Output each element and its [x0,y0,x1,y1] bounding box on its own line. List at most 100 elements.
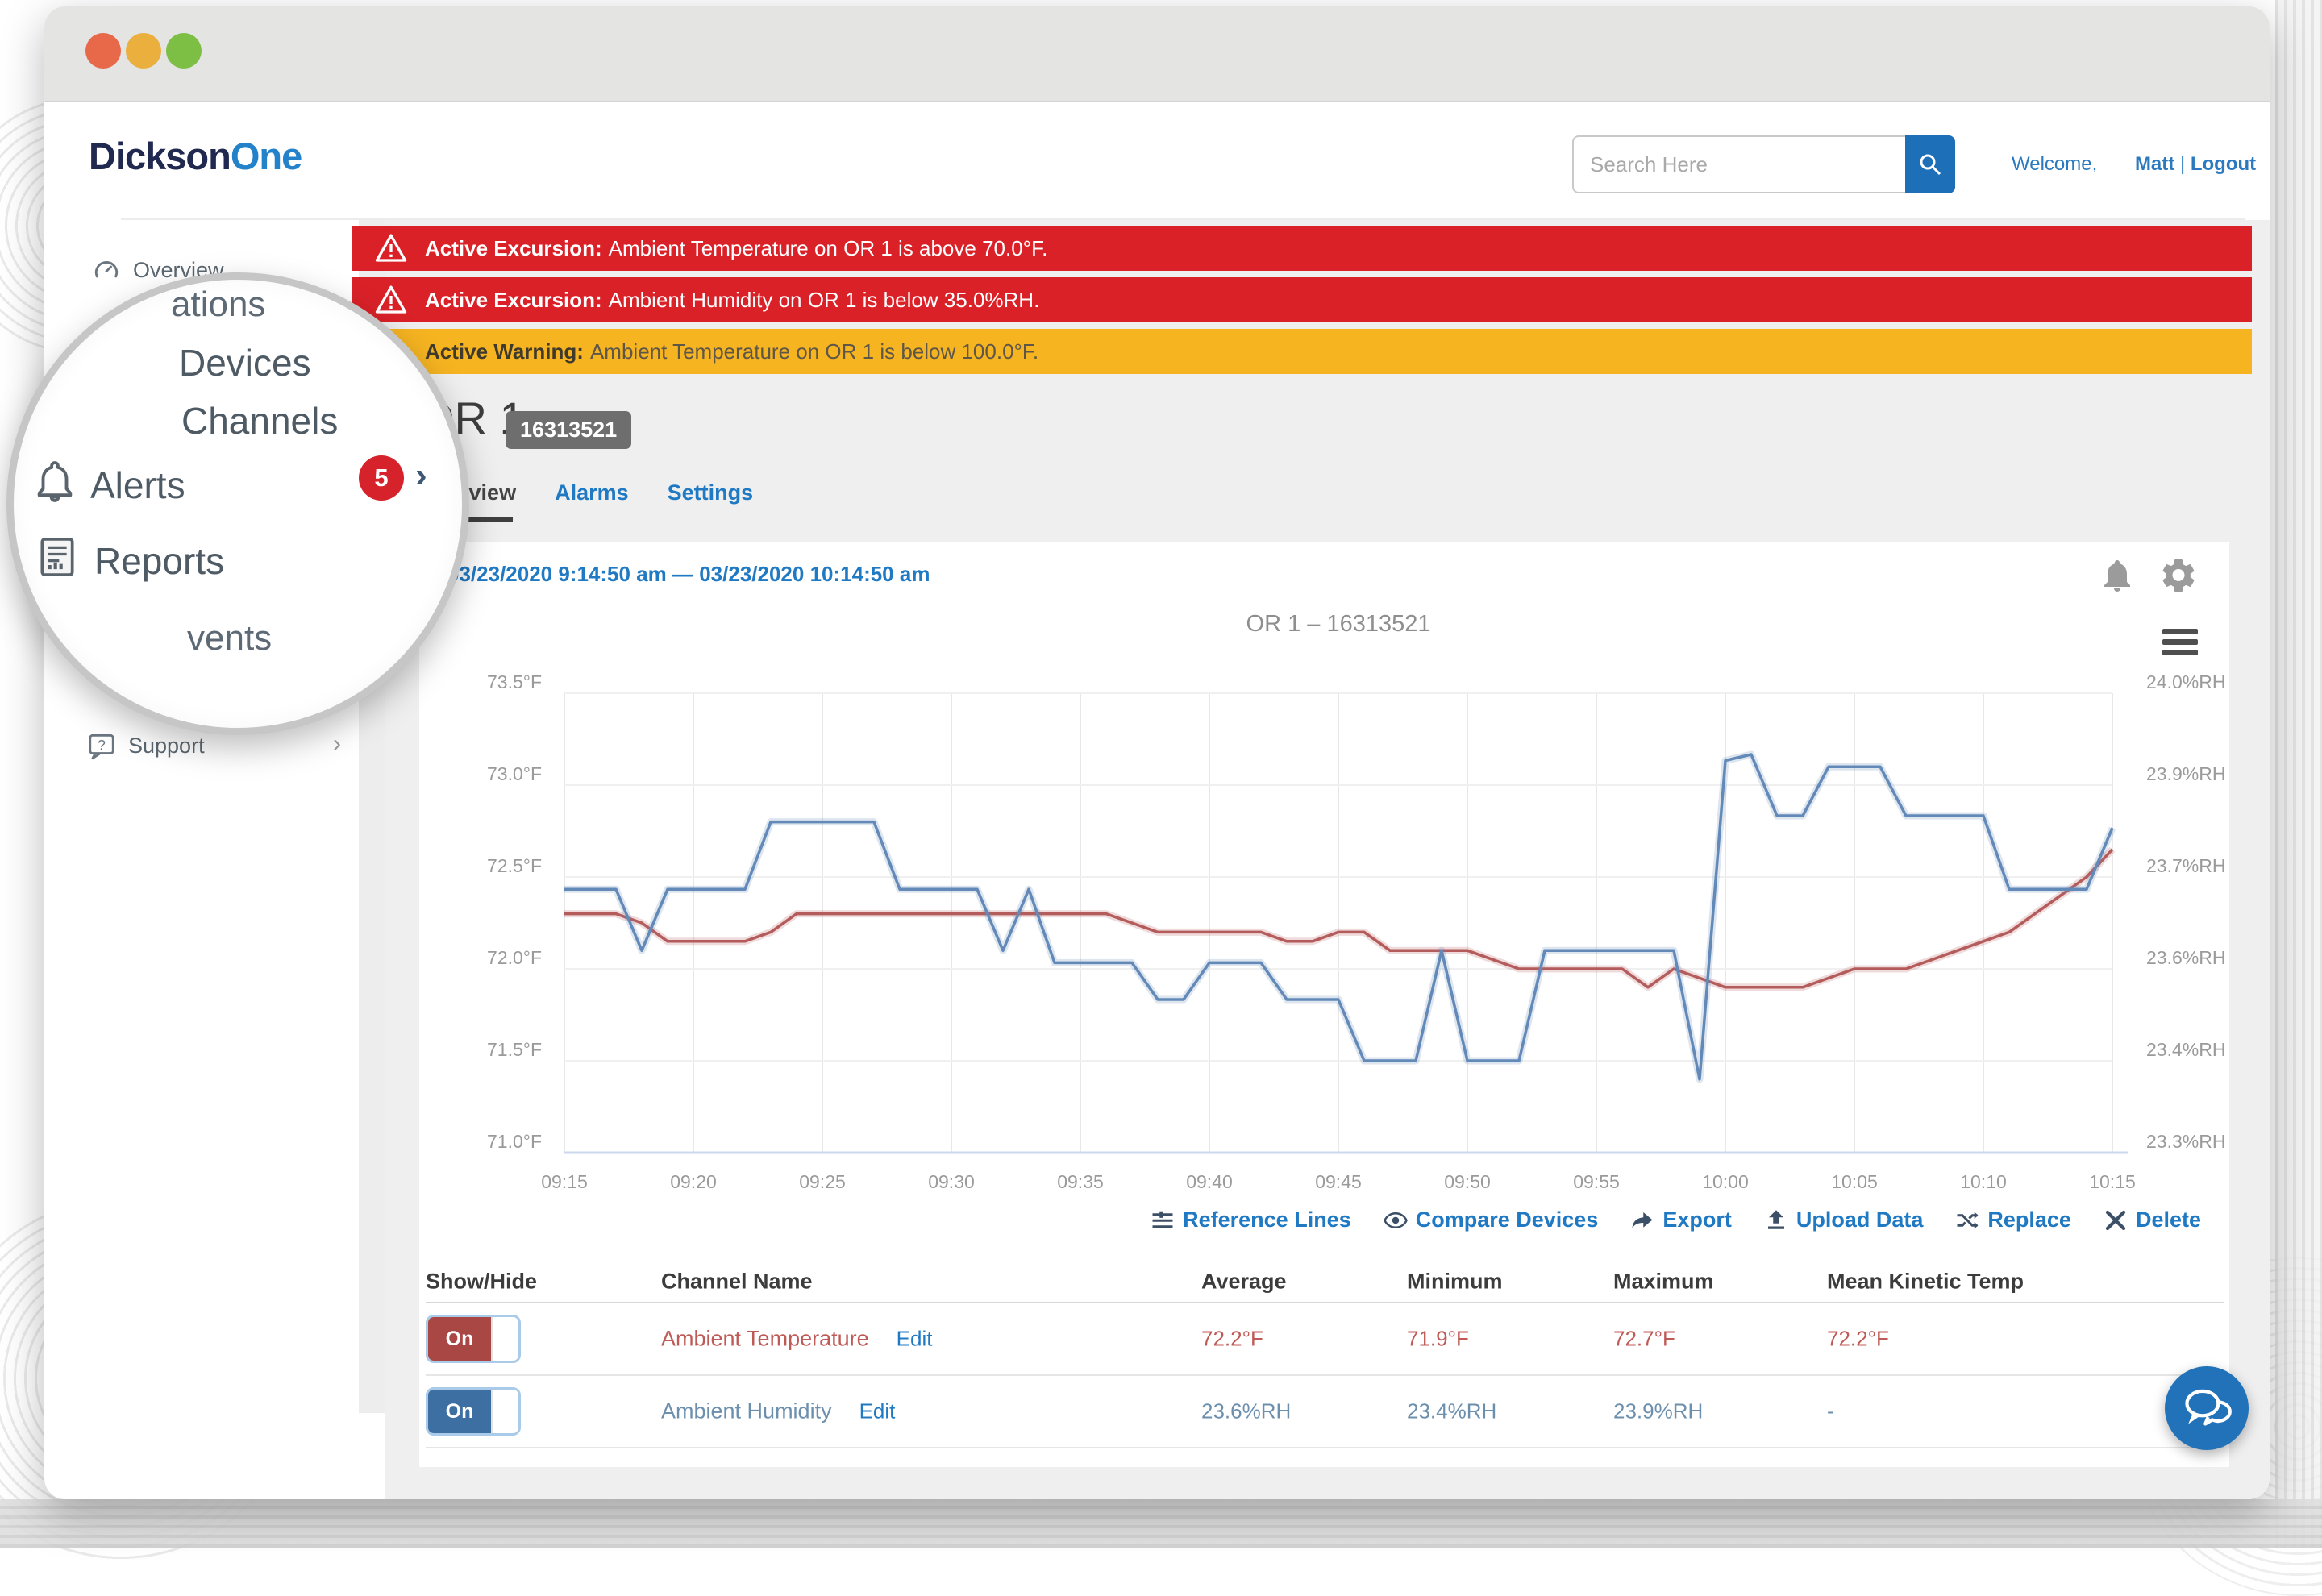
export-arrow-icon [1630,1208,1654,1232]
action-label: Reference Lines [1183,1207,1351,1232]
tab-alarms[interactable]: Alarms [555,480,629,505]
toggle-cell: On [426,1387,521,1436]
action-upload[interactable]: Upload Data [1764,1207,1924,1232]
chat-support-button[interactable] [2165,1366,2249,1450]
chevron-right-icon: › [415,455,427,496]
welcome-text: Welcome, [2012,153,2097,175]
action-replace[interactable]: Replace [1955,1207,2071,1232]
lens-nav-ations[interactable]: ations [171,285,265,325]
maximum-value: 23.9%RH [1613,1399,1703,1424]
action-label: Replace [1987,1207,2071,1232]
mean-kinetic-temp-value: - [1827,1399,1834,1424]
column-header: Mean Kinetic Temp [1827,1270,2024,1295]
right-axis-tick: 23.3%RH [2146,1131,2225,1152]
lens-nav-label: Devices [179,341,311,384]
column-header: Maximum [1613,1270,1714,1295]
x-axis-tick: 10:00 [1702,1171,1749,1192]
separator: | [2180,153,2185,175]
x-axis-tick: 10:10 [1960,1171,2007,1192]
mean-kinetic-temp-value: 72.2°F [1827,1327,1889,1352]
toggle-on-label: On [428,1317,491,1361]
maximum-value: 72.7°F [1613,1327,1675,1352]
minimum-value: 23.4%RH [1407,1399,1496,1424]
sidebar-item-support[interactable]: ? Support [86,730,205,761]
left-axis-tick: 73.5°F [487,671,542,692]
table-row: OnAmbient HumidityEdit23.6%RH23.4%RH23.9… [426,1376,2224,1448]
action-eye[interactable]: Compare Devices [1384,1207,1599,1232]
alert-banner[interactable]: Active Warning:Ambient Temperature on OR… [352,329,2252,374]
close-window-button[interactable] [85,33,121,69]
show-hide-toggle[interactable]: On [426,1315,521,1363]
upload-icon [1764,1208,1788,1232]
column-header: Minimum [1407,1270,1503,1295]
search-input[interactable] [1572,135,1905,193]
minimize-window-button[interactable] [126,33,161,69]
tab-bar: OverviewAlarmsSettings [419,480,753,505]
dicksonone-logo[interactable]: DicksonOne [89,134,302,178]
banner-label: Active Warning: [425,339,584,364]
alert-banner[interactable]: Active Excursion:Ambient Temperature on … [352,226,2252,271]
left-axis-tick: 72.0°F [487,947,542,968]
lens-nav-devices[interactable]: Devices [179,341,311,384]
lens-nav-label: Reports [94,539,224,583]
show-hide-toggle[interactable]: On [426,1387,521,1436]
toggle-knob [491,1317,518,1361]
logo-dickson: Dickson [89,135,231,177]
tab-settings[interactable]: Settings [668,480,754,505]
action-label: Upload Data [1796,1207,1924,1232]
x-axis-tick: 09:30 [928,1171,975,1192]
x-axis-tick: 09:25 [799,1171,846,1192]
channel-name: Ambient Humidity [661,1399,832,1424]
action-label: Export [1662,1207,1732,1232]
table-row: On Ambient TemperatureEdit 72.2°F 71.9°F 72.… [426,1303,2224,1376]
device-chart-card: 03/23/2020 9:14:50 am — 03/23/2020 10:14… [419,542,2229,1467]
zoom-window-button[interactable] [166,33,202,69]
left-axis-tick: 72.5°F [487,855,542,876]
lens-nav-channels[interactable]: Channels [181,399,338,443]
chevron-right-icon: › [333,730,341,758]
channels-table: Show/HideChannel NameAverageMinimumMaxim… [426,1261,2224,1448]
report-icon-holder [35,534,80,584]
search-box [1572,135,1955,193]
x-axis-tick: 09:35 [1057,1171,1104,1192]
eye-icon [1384,1208,1408,1232]
browser-window: DicksonOne Welcome, Matt | Logout [44,6,2270,1499]
action-delete-x[interactable]: Delete [2104,1207,2201,1232]
left-axis-tick: 73.0°F [487,763,542,784]
bell-icon [31,459,78,505]
minimum-value: 71.9°F [1407,1327,1469,1352]
right-axis-tick: 23.9%RH [2146,763,2225,784]
edit-channel-link[interactable]: Edit [897,1327,933,1351]
search-button[interactable] [1905,135,1955,193]
column-header: Channel Name [661,1270,813,1295]
stage: DicksonOne Welcome, Matt | Logout [0,0,2322,1548]
toggle-cell: On [426,1315,521,1363]
lens-nav-label: Alerts [90,463,185,507]
logout-link[interactable]: Logout [2191,153,2256,175]
action-reference-lines[interactable]: Reference Lines [1151,1207,1351,1232]
lens-nav-alerts[interactable]: Alerts [90,463,185,507]
x-axis-tick: 09:45 [1315,1171,1362,1192]
x-axis-tick: 10:05 [1831,1171,1878,1192]
right-axis-tick: 23.4%RH [2146,1039,2225,1060]
user-link[interactable]: Matt [2135,153,2174,175]
x-axis-tick: 09:40 [1186,1171,1233,1192]
right-axis-tick: 23.7%RH [2146,855,2225,876]
search-icon [1918,152,1942,177]
banner-message: Ambient Temperature on OR 1 is above 70.… [609,236,1048,261]
svg-text:?: ? [98,737,106,753]
x-axis-tick: 09:55 [1573,1171,1620,1192]
action-export-arrow[interactable]: Export [1630,1207,1732,1232]
frame-ornament [0,1499,2322,1548]
x-axis-tick: 09:20 [670,1171,717,1192]
action-label: Compare Devices [1416,1207,1599,1232]
alert-banner[interactable]: Active Excursion:Ambient Humidity on OR … [352,277,2252,322]
lens-nav-label: ations [171,285,265,325]
channel-name-cell: Ambient TemperatureEdit [661,1327,932,1352]
delete-x-icon [2104,1208,2128,1232]
edit-channel-link[interactable]: Edit [859,1399,896,1424]
lens-nav-reports[interactable]: Reports [94,539,224,583]
banner-message: Ambient Temperature on OR 1 is below 100… [590,339,1038,364]
warning-triangle-icon [375,232,407,264]
lens-nav-vents[interactable]: vents [187,618,272,659]
